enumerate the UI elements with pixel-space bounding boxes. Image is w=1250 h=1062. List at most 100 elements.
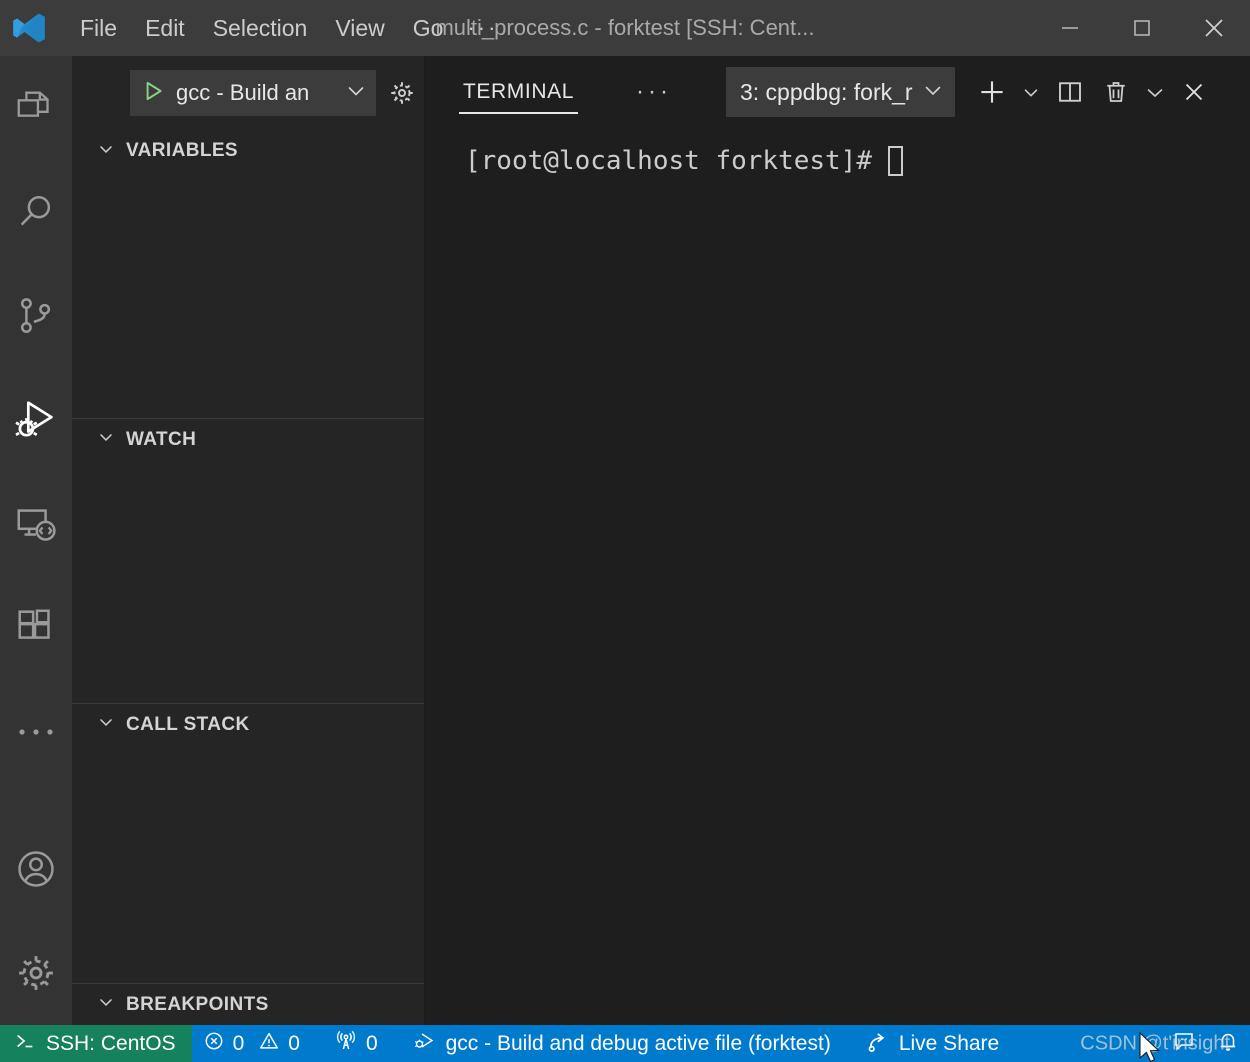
extensions-icon (13, 605, 59, 651)
chevron-down-icon[interactable] (344, 79, 368, 108)
menu-bar: File Edit Selection View Go ··· (66, 9, 508, 48)
section-breakpoints: BREAKPOINTS (72, 983, 424, 1025)
source-control-icon (13, 293, 59, 339)
tab-terminal[interactable]: TERMINAL (459, 56, 578, 128)
status-debug-target-label: gcc - Build and debug active file (forkt… (445, 1031, 831, 1055)
status-error-count: 0 (232, 1031, 245, 1055)
feedback-button[interactable] (1162, 1025, 1206, 1062)
section-variables-header[interactable]: VARIABLES (72, 130, 424, 172)
debug-toolbar: gcc - Build an (72, 56, 424, 130)
panel-more-views-button[interactable]: ··· (630, 78, 678, 106)
section-call-stack: CALL STACK (72, 703, 424, 983)
activity-run-and-debug[interactable] (0, 368, 72, 472)
menu-edit[interactable]: Edit (131, 9, 199, 48)
section-breakpoints-title: BREAKPOINTS (126, 993, 269, 1015)
status-ports-count: 0 (365, 1031, 378, 1055)
call-stack-list[interactable] (72, 745, 424, 983)
files-explorer-icon (13, 85, 59, 131)
settings-gear-icon (13, 950, 59, 996)
watch-list[interactable] (72, 460, 424, 703)
terminal-prompt-text: [root@localhost forktest]# (465, 146, 872, 176)
feedback-smiley-icon (1172, 1029, 1196, 1058)
remote-explorer-icon (13, 501, 59, 547)
section-variables-title: VARIABLES (126, 140, 238, 161)
activity-source-control[interactable] (0, 264, 72, 368)
new-terminal-dropdown-button[interactable] (1015, 67, 1047, 117)
status-ports[interactable]: 0 (323, 1025, 389, 1062)
close-icon[interactable] (1178, 0, 1250, 56)
section-call-stack-title: CALL STACK (126, 713, 250, 735)
minimize-icon[interactable] (1034, 0, 1106, 56)
chevron-down-icon (96, 427, 116, 452)
trash-icon[interactable] (1093, 67, 1139, 117)
section-watch: WATCH (72, 418, 424, 703)
chevron-down-icon (96, 992, 116, 1017)
status-warning-count: 0 (288, 1031, 300, 1055)
status-remote-label: SSH: CentOS (46, 1031, 176, 1055)
warning-triangle-icon (258, 1030, 280, 1058)
title-bar: File Edit Selection View Go ··· multi_pr… (0, 0, 1250, 56)
section-breakpoints-header[interactable]: BREAKPOINTS (72, 983, 424, 1025)
activity-explorer[interactable] (0, 56, 72, 160)
menu-view[interactable]: View (321, 9, 398, 48)
debug-sidebar: gcc - Build an VARIABLES WATCH CALL STAC… (72, 56, 425, 1025)
status-problems[interactable]: 0 0 (192, 1025, 311, 1062)
configure-gear-icon[interactable] (386, 76, 418, 110)
more-actions-icon (16, 725, 56, 739)
live-share-icon (865, 1028, 891, 1060)
account-icon (13, 846, 59, 892)
menu-go[interactable]: Go (399, 9, 458, 48)
menu-file[interactable]: File (66, 9, 131, 48)
radio-tower-icon (334, 1029, 358, 1059)
split-terminal-icon[interactable] (1047, 67, 1093, 117)
activity-search[interactable] (0, 160, 72, 264)
debug-launch-icon (412, 1028, 438, 1060)
section-watch-header[interactable]: WATCH (72, 418, 424, 460)
section-watch-title: WATCH (126, 428, 197, 450)
vscode-logo-icon (6, 10, 52, 46)
activity-bar (0, 56, 72, 1025)
terminal-cursor (888, 146, 903, 176)
activity-extensions[interactable] (0, 576, 72, 680)
run-and-debug-icon (11, 395, 61, 445)
launch-configuration-label: gcc - Build an (176, 80, 310, 105)
window-controls (1034, 0, 1250, 56)
vscode-window: File Edit Selection View Go ··· multi_pr… (0, 0, 1250, 1062)
variables-list[interactable] (72, 172, 424, 418)
activity-account[interactable] (0, 817, 72, 921)
remote-ssh-icon (14, 1030, 36, 1058)
chevron-down-icon (96, 139, 116, 164)
bell-icon (1216, 1029, 1240, 1058)
menu-more[interactable]: ··· (457, 9, 508, 47)
panel-actions (969, 67, 1217, 117)
error-circle-icon (203, 1030, 225, 1058)
panel-views-button[interactable] (1139, 67, 1171, 117)
notifications-button[interactable] (1206, 1025, 1250, 1062)
activity-settings[interactable] (0, 921, 72, 1025)
launch-configuration-select[interactable]: gcc - Build an (130, 70, 376, 116)
status-remote-indicator[interactable]: SSH: CentOS (0, 1025, 192, 1062)
close-panel-button[interactable] (1171, 67, 1217, 117)
panel-header: TERMINAL ··· 3: cppdbg: fork_r (425, 56, 1250, 128)
menu-selection[interactable]: Selection (199, 9, 322, 48)
activity-remote-explorer[interactable] (0, 472, 72, 576)
status-debug-target[interactable]: gcc - Build and debug active file (forkt… (401, 1025, 842, 1062)
terminal-panel: TERMINAL ··· 3: cppdbg: fork_r [root@loc… (425, 56, 1250, 1025)
terminal-instance-select[interactable]: 3: cppdbg: fork_r (725, 67, 955, 117)
terminal-output[interactable]: [root@localhost forktest]# (425, 128, 1250, 1025)
status-right-group (1162, 1025, 1250, 1062)
search-icon (13, 189, 59, 235)
workbench-body: gcc - Build an VARIABLES WATCH CALL STAC… (0, 56, 1250, 1025)
green-play-icon[interactable] (140, 78, 166, 109)
section-variables: VARIABLES (72, 130, 424, 418)
section-call-stack-header[interactable]: CALL STACK (72, 703, 424, 745)
status-bar: SSH: CentOS 0 0 0 gcc - Build and debug … (0, 1025, 1250, 1062)
chevron-down-icon[interactable] (921, 78, 945, 107)
status-live-share-label: Live Share (898, 1031, 1000, 1055)
chevron-down-icon (96, 712, 116, 737)
activity-more[interactable] (0, 680, 72, 784)
maximize-icon[interactable] (1106, 0, 1178, 56)
new-terminal-plus-icon[interactable] (969, 67, 1015, 117)
status-live-share[interactable]: Live Share (854, 1025, 1010, 1062)
terminal-prompt-line: [root@localhost forktest]# (465, 146, 1250, 176)
